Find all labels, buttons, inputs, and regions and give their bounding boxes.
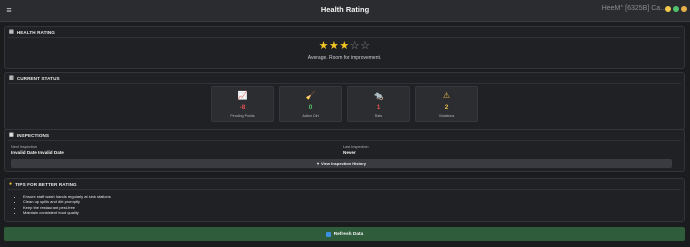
last-inspection: Last Inspection Never	[343, 145, 369, 155]
panel-title: TIPS FOR BETTER RATING	[15, 181, 77, 187]
divider	[8, 140, 681, 141]
minimize-button[interactable]	[665, 6, 671, 12]
status-value: -8	[239, 104, 246, 111]
health-rating-panel: ▤ HEALTH RATING ★★★☆☆ Average. Room for …	[4, 26, 685, 69]
rat-icon: 🐀	[373, 91, 384, 100]
inspections-panel: ▦ INSPECTIONS Next Inspection Invalid Da…	[4, 129, 685, 172]
history-icon: ▾	[316, 161, 319, 166]
star-filled-icon: ★	[328, 40, 340, 52]
panel-title: INSPECTIONS	[16, 132, 50, 138]
star-empty-icon: ☆	[349, 40, 361, 52]
next-inspection: Next Inspection Invalid Date Invalid Dat…	[11, 145, 64, 155]
star-filled-icon: ★	[318, 40, 329, 52]
close-button[interactable]	[681, 6, 687, 12]
health-rating-window: ≡ Health Rating HeeM° [6325B] Ca... ▤ HE…	[0, 0, 690, 247]
tips-panel: ● TIPS FOR BETTER RATING Ensure staff wa…	[4, 178, 685, 222]
star-rating: ★★★☆☆	[5, 41, 684, 52]
broom-icon: 🧹	[305, 91, 316, 100]
panel-header: ▥ CURRENT STATUS	[5, 73, 684, 83]
refresh-button-label: Refresh Data	[333, 231, 364, 237]
warning-icon: ⚠	[442, 91, 451, 100]
chart-icon: ▥	[9, 74, 14, 81]
status-card-active-dirt: 🧹 0 Active Dirt	[279, 86, 342, 122]
document-icon: ▤	[9, 28, 14, 35]
status-label: Pending Points	[230, 114, 255, 118]
trend-chart-icon: 📈	[237, 91, 248, 100]
status-value: 1	[376, 104, 381, 111]
next-inspection-value: Invalid Date Invalid Date	[11, 150, 64, 155]
status-value: 2	[444, 104, 449, 111]
star-filled-icon: ★	[339, 40, 350, 52]
window-title: Health Rating	[320, 5, 370, 14]
view-inspection-history-button[interactable]: ▾ View Inspection History	[11, 159, 672, 168]
last-inspection-label: Last Inspection	[343, 145, 369, 149]
divider	[8, 83, 681, 84]
status-card-rats: 🐀 1 Rats	[347, 86, 410, 122]
last-inspection-value: Never	[343, 150, 356, 155]
maximize-button[interactable]	[673, 6, 679, 12]
history-button-label: View Inspection History	[320, 161, 367, 166]
tips-list: Ensure staff wash hands regularly at sin…	[19, 194, 111, 216]
panel-header: ▤ HEALTH RATING	[5, 27, 684, 37]
calendar-icon: ▦	[9, 131, 14, 138]
divider	[8, 37, 681, 38]
status-card-pending-points: 📈 -8 Pending Points	[211, 86, 274, 122]
divider	[8, 189, 681, 190]
window-label: HeeM° [6325B] Ca...	[601, 5, 666, 12]
rating-description: Average. Room for improvement.	[307, 55, 382, 61]
status-card-violations: ⚠ 2 Violations	[415, 86, 478, 122]
list-item: Maintain consistent food quality	[23, 210, 111, 215]
status-label: Violations	[438, 114, 455, 118]
next-inspection-label: Next Inspection	[11, 145, 38, 149]
status-label: Rats	[374, 114, 383, 118]
star-empty-icon: ☆	[360, 40, 371, 52]
lightbulb-icon: ●	[9, 180, 13, 187]
current-status-panel: ▥ CURRENT STATUS 📈 -8 Pending Points 🧹 0…	[4, 72, 685, 130]
status-value: 0	[308, 104, 313, 111]
panel-header: ● TIPS FOR BETTER RATING	[5, 179, 684, 189]
window-controls	[665, 6, 687, 12]
panel-title: CURRENT STATUS	[16, 75, 60, 81]
status-label: Active Dirt	[302, 114, 319, 118]
refresh-data-button[interactable]: Refresh Data	[4, 227, 685, 241]
title-bar: ≡ Health Rating HeeM° [6325B] Ca...	[0, 0, 690, 22]
panel-title: HEALTH RATING	[16, 29, 55, 35]
refresh-icon	[325, 231, 331, 237]
status-cards: 📈 -8 Pending Points 🧹 0 Active Dirt 🐀 1 …	[211, 86, 478, 122]
panel-header: ▦ INSPECTIONS	[5, 130, 684, 140]
